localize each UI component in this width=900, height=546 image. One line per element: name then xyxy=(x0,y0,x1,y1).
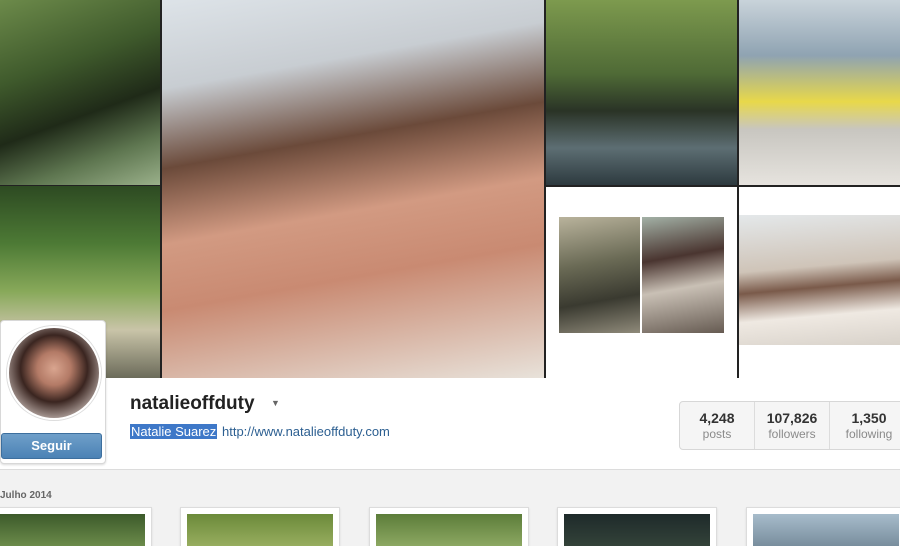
follow-button[interactable]: Seguir xyxy=(1,433,102,459)
stat-value: 1,350 xyxy=(851,410,887,426)
avatar[interactable] xyxy=(7,326,101,420)
stat-followers[interactable]: 107,826 followers xyxy=(755,402,830,449)
cover-photo-large[interactable] xyxy=(162,0,544,378)
feed-photo[interactable] xyxy=(0,507,152,546)
stat-label: following xyxy=(845,427,893,441)
cover-photo[interactable] xyxy=(0,0,160,185)
cover-photo[interactable] xyxy=(739,187,900,378)
feed-photo-image xyxy=(753,514,899,546)
feed-photo[interactable] xyxy=(180,507,340,546)
stat-value: 107,826 xyxy=(766,410,818,426)
stat-label: posts xyxy=(702,427,732,441)
stat-posts[interactable]: 4,248 posts xyxy=(680,402,755,449)
cover-photo[interactable] xyxy=(546,0,737,185)
avatar-card: Seguir xyxy=(0,320,106,464)
cover-photo-part xyxy=(739,215,900,345)
feed-photo-image xyxy=(564,514,710,546)
feed-photo[interactable] xyxy=(557,507,717,546)
stat-following[interactable]: 1,350 following xyxy=(830,402,900,449)
chevron-down-icon[interactable]: ▼ xyxy=(271,398,280,408)
profile-username[interactable]: natalieoffduty xyxy=(130,393,255,415)
feed-photo-image xyxy=(376,514,522,546)
feed-photo[interactable] xyxy=(369,507,529,546)
stat-value: 4,248 xyxy=(699,410,735,426)
feed-photo-image xyxy=(187,514,333,546)
feed-month-label: Julho 2014 xyxy=(0,490,52,501)
profile-page: Seguir natalieoffduty ▼ Natalie Suarez h… xyxy=(0,0,900,546)
cover-photo-part xyxy=(559,217,640,333)
profile-stats: 4,248 posts 107,826 followers 1,350 foll… xyxy=(679,401,900,450)
stat-label: followers xyxy=(768,427,816,441)
cover-photo[interactable] xyxy=(546,187,737,378)
feed-photo-image xyxy=(0,514,145,546)
cover-photo-mosaic xyxy=(0,0,900,378)
cover-photo-part xyxy=(642,217,724,333)
cover-photo[interactable] xyxy=(739,0,900,185)
profile-website-link[interactable]: http://www.natalieoffduty.com xyxy=(222,424,390,439)
profile-full-name: Natalie Suarez xyxy=(130,424,218,439)
feed-photo[interactable] xyxy=(746,507,900,546)
